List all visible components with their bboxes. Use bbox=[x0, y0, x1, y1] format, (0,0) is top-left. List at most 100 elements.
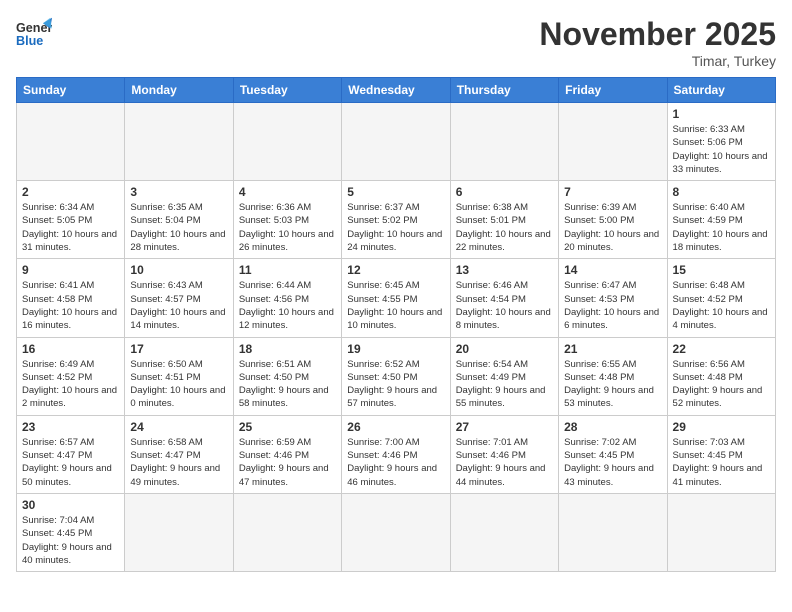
calendar-cell: 1 Sunrise: 6:33 AM Sunset: 5:06 PM Daylig… bbox=[667, 103, 775, 181]
calendar-cell bbox=[559, 103, 667, 181]
logo: General Blue bbox=[16, 16, 52, 52]
day-info: Sunrise: 7:03 AM Sunset: 4:45 PM Dayligh… bbox=[673, 436, 770, 489]
day-info: Sunrise: 6:57 AM Sunset: 4:47 PM Dayligh… bbox=[22, 436, 119, 489]
calendar-cell: 24 Sunrise: 6:58 AM Sunset: 4:47 PM Dayli… bbox=[125, 415, 233, 493]
day-info: Sunrise: 7:04 AM Sunset: 4:45 PM Dayligh… bbox=[22, 514, 119, 567]
day-info: Sunrise: 6:56 AM Sunset: 4:48 PM Dayligh… bbox=[673, 358, 770, 411]
day-info: Sunrise: 6:44 AM Sunset: 4:56 PM Dayligh… bbox=[239, 279, 336, 332]
weekday-header-row: SundayMondayTuesdayWednesdayThursdayFrid… bbox=[17, 78, 776, 103]
day-number: 19 bbox=[347, 342, 444, 356]
day-number: 26 bbox=[347, 420, 444, 434]
calendar-cell bbox=[125, 103, 233, 181]
calendar-cell: 22 Sunrise: 6:56 AM Sunset: 4:48 PM Dayli… bbox=[667, 337, 775, 415]
calendar-cell: 15 Sunrise: 6:48 AM Sunset: 4:52 PM Dayli… bbox=[667, 259, 775, 337]
calendar-cell: 14 Sunrise: 6:47 AM Sunset: 4:53 PM Dayli… bbox=[559, 259, 667, 337]
week-row-1: 1 Sunrise: 6:33 AM Sunset: 5:06 PM Daylig… bbox=[17, 103, 776, 181]
day-number: 13 bbox=[456, 263, 553, 277]
weekday-header-saturday: Saturday bbox=[667, 78, 775, 103]
day-number: 11 bbox=[239, 263, 336, 277]
day-info: Sunrise: 6:50 AM Sunset: 4:51 PM Dayligh… bbox=[130, 358, 227, 411]
day-number: 1 bbox=[673, 107, 770, 121]
day-number: 2 bbox=[22, 185, 119, 199]
day-number: 4 bbox=[239, 185, 336, 199]
day-info: Sunrise: 6:59 AM Sunset: 4:46 PM Dayligh… bbox=[239, 436, 336, 489]
day-number: 24 bbox=[130, 420, 227, 434]
day-info: Sunrise: 6:46 AM Sunset: 4:54 PM Dayligh… bbox=[456, 279, 553, 332]
logo-icon: General Blue bbox=[16, 16, 52, 52]
day-number: 5 bbox=[347, 185, 444, 199]
calendar-cell: 5 Sunrise: 6:37 AM Sunset: 5:02 PM Daylig… bbox=[342, 181, 450, 259]
week-row-5: 23Sunrise: 6:57 AM Sunset: 4:47 PM Dayli… bbox=[17, 415, 776, 493]
day-info: Sunrise: 6:37 AM Sunset: 5:02 PM Dayligh… bbox=[347, 201, 444, 254]
calendar-cell: 3 Sunrise: 6:35 AM Sunset: 5:04 PM Daylig… bbox=[125, 181, 233, 259]
location: Timar, Turkey bbox=[539, 53, 776, 69]
day-number: 21 bbox=[564, 342, 661, 356]
day-number: 9 bbox=[22, 263, 119, 277]
day-info: Sunrise: 7:02 AM Sunset: 4:45 PM Dayligh… bbox=[564, 436, 661, 489]
calendar-cell: 2 Sunrise: 6:34 AM Sunset: 5:05 PM Daylig… bbox=[17, 181, 125, 259]
day-number: 14 bbox=[564, 263, 661, 277]
calendar-cell bbox=[450, 103, 558, 181]
calendar-cell: 4 Sunrise: 6:36 AM Sunset: 5:03 PM Daylig… bbox=[233, 181, 341, 259]
day-number: 15 bbox=[673, 263, 770, 277]
day-info: Sunrise: 6:43 AM Sunset: 4:57 PM Dayligh… bbox=[130, 279, 227, 332]
day-info: Sunrise: 6:41 AM Sunset: 4:58 PM Dayligh… bbox=[22, 279, 119, 332]
calendar-cell bbox=[667, 493, 775, 571]
week-row-2: 2 Sunrise: 6:34 AM Sunset: 5:05 PM Daylig… bbox=[17, 181, 776, 259]
calendar-cell: 7 Sunrise: 6:39 AM Sunset: 5:00 PM Daylig… bbox=[559, 181, 667, 259]
day-info: Sunrise: 6:38 AM Sunset: 5:01 PM Dayligh… bbox=[456, 201, 553, 254]
calendar-cell bbox=[342, 103, 450, 181]
day-info: Sunrise: 6:39 AM Sunset: 5:00 PM Dayligh… bbox=[564, 201, 661, 254]
day-info: Sunrise: 7:00 AM Sunset: 4:46 PM Dayligh… bbox=[347, 436, 444, 489]
calendar-cell: 18Sunrise: 6:51 AM Sunset: 4:50 PM Dayli… bbox=[233, 337, 341, 415]
day-info: Sunrise: 6:34 AM Sunset: 5:05 PM Dayligh… bbox=[22, 201, 119, 254]
weekday-header-thursday: Thursday bbox=[450, 78, 558, 103]
day-number: 29 bbox=[673, 420, 770, 434]
day-info: Sunrise: 6:35 AM Sunset: 5:04 PM Dayligh… bbox=[130, 201, 227, 254]
week-row-6: 30 Sunrise: 7:04 AM Sunset: 4:45 PM Dayli… bbox=[17, 493, 776, 571]
day-number: 12 bbox=[347, 263, 444, 277]
calendar-table: SundayMondayTuesdayWednesdayThursdayFrid… bbox=[16, 77, 776, 572]
calendar-cell: 23Sunrise: 6:57 AM Sunset: 4:47 PM Dayli… bbox=[17, 415, 125, 493]
calendar-cell: 17Sunrise: 6:50 AM Sunset: 4:51 PM Dayli… bbox=[125, 337, 233, 415]
day-info: Sunrise: 6:33 AM Sunset: 5:06 PM Dayligh… bbox=[673, 123, 770, 176]
day-number: 28 bbox=[564, 420, 661, 434]
day-number: 16 bbox=[22, 342, 119, 356]
day-number: 30 bbox=[22, 498, 119, 512]
day-info: Sunrise: 6:47 AM Sunset: 4:53 PM Dayligh… bbox=[564, 279, 661, 332]
weekday-header-tuesday: Tuesday bbox=[233, 78, 341, 103]
calendar-cell: 29 Sunrise: 7:03 AM Sunset: 4:45 PM Dayli… bbox=[667, 415, 775, 493]
calendar-cell bbox=[17, 103, 125, 181]
day-info: Sunrise: 6:55 AM Sunset: 4:48 PM Dayligh… bbox=[564, 358, 661, 411]
day-number: 22 bbox=[673, 342, 770, 356]
calendar-cell: 28 Sunrise: 7:02 AM Sunset: 4:45 PM Dayli… bbox=[559, 415, 667, 493]
day-number: 8 bbox=[673, 185, 770, 199]
calendar-cell: 25 Sunrise: 6:59 AM Sunset: 4:46 PM Dayli… bbox=[233, 415, 341, 493]
day-number: 25 bbox=[239, 420, 336, 434]
calendar-cell: 8Sunrise: 6:40 AM Sunset: 4:59 PM Daylig… bbox=[667, 181, 775, 259]
calendar-cell: 13 Sunrise: 6:46 AM Sunset: 4:54 PM Dayli… bbox=[450, 259, 558, 337]
calendar-cell: 11 Sunrise: 6:44 AM Sunset: 4:56 PM Dayli… bbox=[233, 259, 341, 337]
day-info: Sunrise: 6:52 AM Sunset: 4:50 PM Dayligh… bbox=[347, 358, 444, 411]
calendar-cell: 10Sunrise: 6:43 AM Sunset: 4:57 PM Dayli… bbox=[125, 259, 233, 337]
day-number: 3 bbox=[130, 185, 227, 199]
day-info: Sunrise: 6:36 AM Sunset: 5:03 PM Dayligh… bbox=[239, 201, 336, 254]
calendar-cell: 30 Sunrise: 7:04 AM Sunset: 4:45 PM Dayli… bbox=[17, 493, 125, 571]
svg-text:Blue: Blue bbox=[16, 34, 43, 48]
day-number: 27 bbox=[456, 420, 553, 434]
calendar-cell: 20Sunrise: 6:54 AM Sunset: 4:49 PM Dayli… bbox=[450, 337, 558, 415]
day-info: Sunrise: 6:48 AM Sunset: 4:52 PM Dayligh… bbox=[673, 279, 770, 332]
day-info: Sunrise: 6:58 AM Sunset: 4:47 PM Dayligh… bbox=[130, 436, 227, 489]
calendar-cell bbox=[233, 493, 341, 571]
weekday-header-sunday: Sunday bbox=[17, 78, 125, 103]
day-number: 20 bbox=[456, 342, 553, 356]
day-info: Sunrise: 6:45 AM Sunset: 4:55 PM Dayligh… bbox=[347, 279, 444, 332]
calendar-cell bbox=[342, 493, 450, 571]
calendar-cell: 6Sunrise: 6:38 AM Sunset: 5:01 PM Daylig… bbox=[450, 181, 558, 259]
day-number: 7 bbox=[564, 185, 661, 199]
calendar-cell: 12 Sunrise: 6:45 AM Sunset: 4:55 PM Dayli… bbox=[342, 259, 450, 337]
week-row-3: 9 Sunrise: 6:41 AM Sunset: 4:58 PM Daylig… bbox=[17, 259, 776, 337]
weekday-header-friday: Friday bbox=[559, 78, 667, 103]
calendar-cell bbox=[125, 493, 233, 571]
calendar-cell: 21 Sunrise: 6:55 AM Sunset: 4:48 PM Dayli… bbox=[559, 337, 667, 415]
